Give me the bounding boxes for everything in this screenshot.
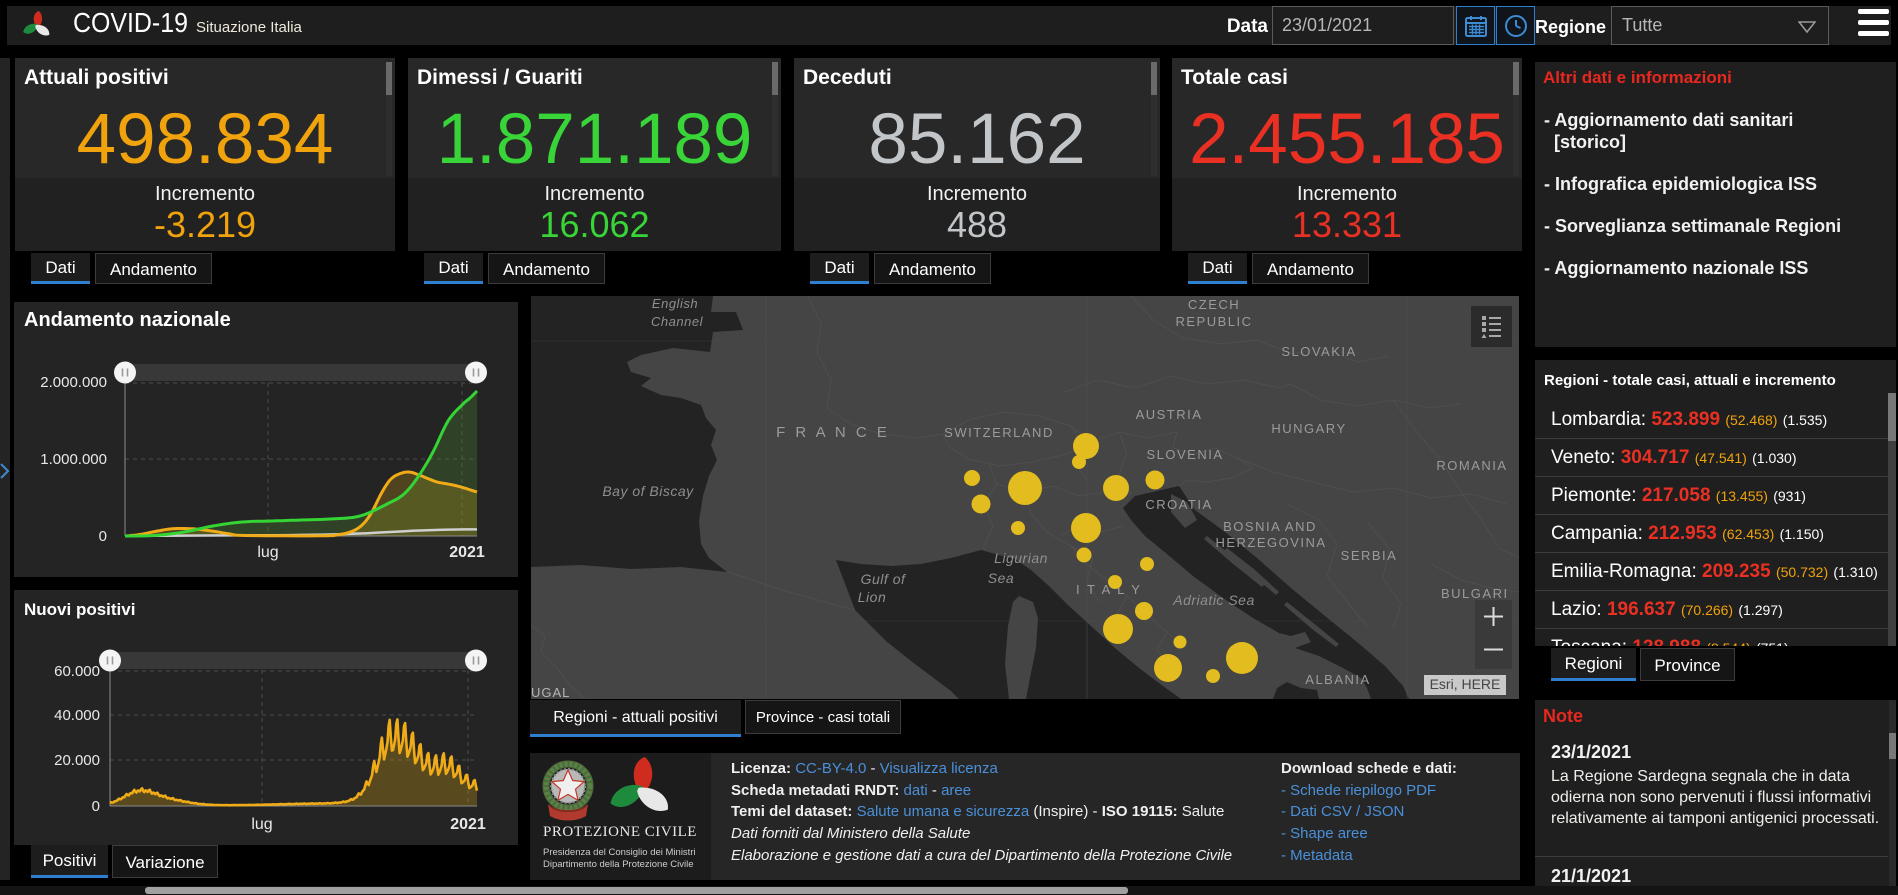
svg-text:AUSTRIA: AUSTRIA xyxy=(1136,407,1203,422)
svg-text:SLOVENIA: SLOVENIA xyxy=(1146,447,1223,462)
svg-text:Sea: Sea xyxy=(988,570,1014,586)
svg-text:CROATIA: CROATIA xyxy=(1145,497,1212,512)
svg-text:40.000: 40.000 xyxy=(54,707,100,724)
svg-text:2021: 2021 xyxy=(450,816,486,833)
svg-text:lug: lug xyxy=(257,544,278,561)
svg-text:Ligurian: Ligurian xyxy=(994,550,1048,566)
svg-text:HUNGARY: HUNGARY xyxy=(1271,421,1346,436)
svg-text:SERBIA: SERBIA xyxy=(1341,548,1398,563)
svg-text:Lion: Lion xyxy=(858,589,886,605)
svg-text:CZECH: CZECH xyxy=(1188,297,1240,312)
svg-text:UGAL: UGAL xyxy=(531,685,570,699)
svg-text:Channel: Channel xyxy=(651,314,704,329)
svg-text:Gulf of: Gulf of xyxy=(861,571,907,587)
svg-text:BOSNIA AND: BOSNIA AND xyxy=(1223,519,1317,534)
svg-text:1.000.000: 1.000.000 xyxy=(40,451,107,468)
svg-text:SWITZERLAND: SWITZERLAND xyxy=(944,425,1054,440)
svg-text:SLOVAKIA: SLOVAKIA xyxy=(1281,344,1356,359)
svg-text:HERZEGOVINA: HERZEGOVINA xyxy=(1215,535,1326,550)
svg-text:ALBANIA: ALBANIA xyxy=(1305,672,1370,687)
svg-text:Bay of Biscay: Bay of Biscay xyxy=(602,483,694,499)
svg-text:ROMANIA: ROMANIA xyxy=(1436,458,1507,473)
svg-text:0: 0 xyxy=(92,798,100,815)
svg-text:REPUBLIC: REPUBLIC xyxy=(1175,314,1252,329)
svg-text:2.000.000: 2.000.000 xyxy=(40,374,107,391)
svg-text:20.000: 20.000 xyxy=(54,752,100,769)
svg-text:60.000: 60.000 xyxy=(54,663,100,680)
svg-text:English: English xyxy=(652,296,698,311)
svg-text:BULGARI: BULGARI xyxy=(1441,586,1509,601)
svg-text:2021: 2021 xyxy=(449,544,485,561)
svg-text:lug: lug xyxy=(251,816,272,833)
svg-text:F R A N C E: F R A N C E xyxy=(776,424,890,441)
svg-text:0: 0 xyxy=(99,528,107,545)
svg-text:Adriatic Sea: Adriatic Sea xyxy=(1172,592,1254,608)
